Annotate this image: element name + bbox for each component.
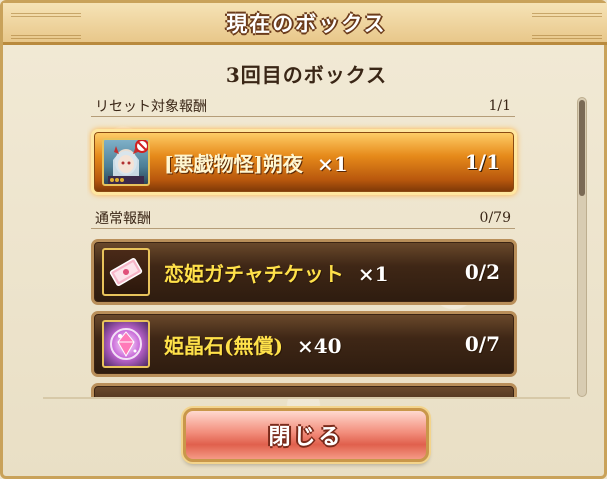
reward-count: 1/1 xyxy=(464,150,500,174)
reward-list[interactable]: リセット対象報酬 1/1 [悪戯物怪]朔夜 ×1 1/1 通常報酬 0/79 恋… xyxy=(87,91,527,397)
scrollbar-thumb[interactable] xyxy=(579,100,585,196)
close-button[interactable]: 閉じる xyxy=(183,408,429,462)
reward-card-character[interactable]: [悪戯物怪]朔夜 ×1 1/1 xyxy=(91,129,517,195)
reward-count: 0/7 xyxy=(464,332,500,356)
reward-quantity: ×1 xyxy=(316,151,348,176)
reset-section-count: 1/1 xyxy=(488,97,511,114)
reward-name: 恋姫ガチャチケット ×1 xyxy=(164,261,389,286)
reset-section-header: リセット対象報酬 1/1 xyxy=(91,95,515,117)
list-scrollbar[interactable] xyxy=(577,97,587,397)
reward-card-gacha-ticket[interactable]: 恋姫ガチャチケット ×1 0/2 xyxy=(91,239,517,305)
crystal-gem-icon xyxy=(102,320,150,368)
reward-name: 姫晶石(無償) ×40 xyxy=(164,333,342,358)
gacha-ticket-icon xyxy=(102,248,150,296)
reward-quantity: ×40 xyxy=(296,333,342,358)
normal-section-header: 通常報酬 0/79 xyxy=(91,207,515,229)
normal-section-count: 0/79 xyxy=(479,209,511,226)
reset-section-label: リセット対象報酬 xyxy=(95,98,207,115)
window-title: 現在のボックス xyxy=(226,10,387,36)
close-button-label: 閉じる xyxy=(268,424,344,450)
reward-card-crystal[interactable]: 姫晶石(無償) ×40 0/7 xyxy=(91,311,517,377)
reward-count: 0/2 xyxy=(464,260,500,284)
reward-card-partial[interactable] xyxy=(91,383,517,397)
prohibited-badge-icon xyxy=(135,140,148,153)
divider xyxy=(43,397,570,399)
box-dialog: 現在のボックス 3回目のボックス リセット対象報酬 1/1 [悪戯物怪]朔夜 ×… xyxy=(0,0,607,479)
reward-name: [悪戯物怪]朔夜 ×1 xyxy=(164,151,348,176)
character-portrait-icon xyxy=(102,138,150,186)
title-bar: 現在のボックス xyxy=(3,3,607,45)
reward-quantity: ×1 xyxy=(357,261,389,286)
normal-section-label: 通常報酬 xyxy=(95,210,151,227)
box-heading: 3回目のボックス xyxy=(225,63,388,87)
